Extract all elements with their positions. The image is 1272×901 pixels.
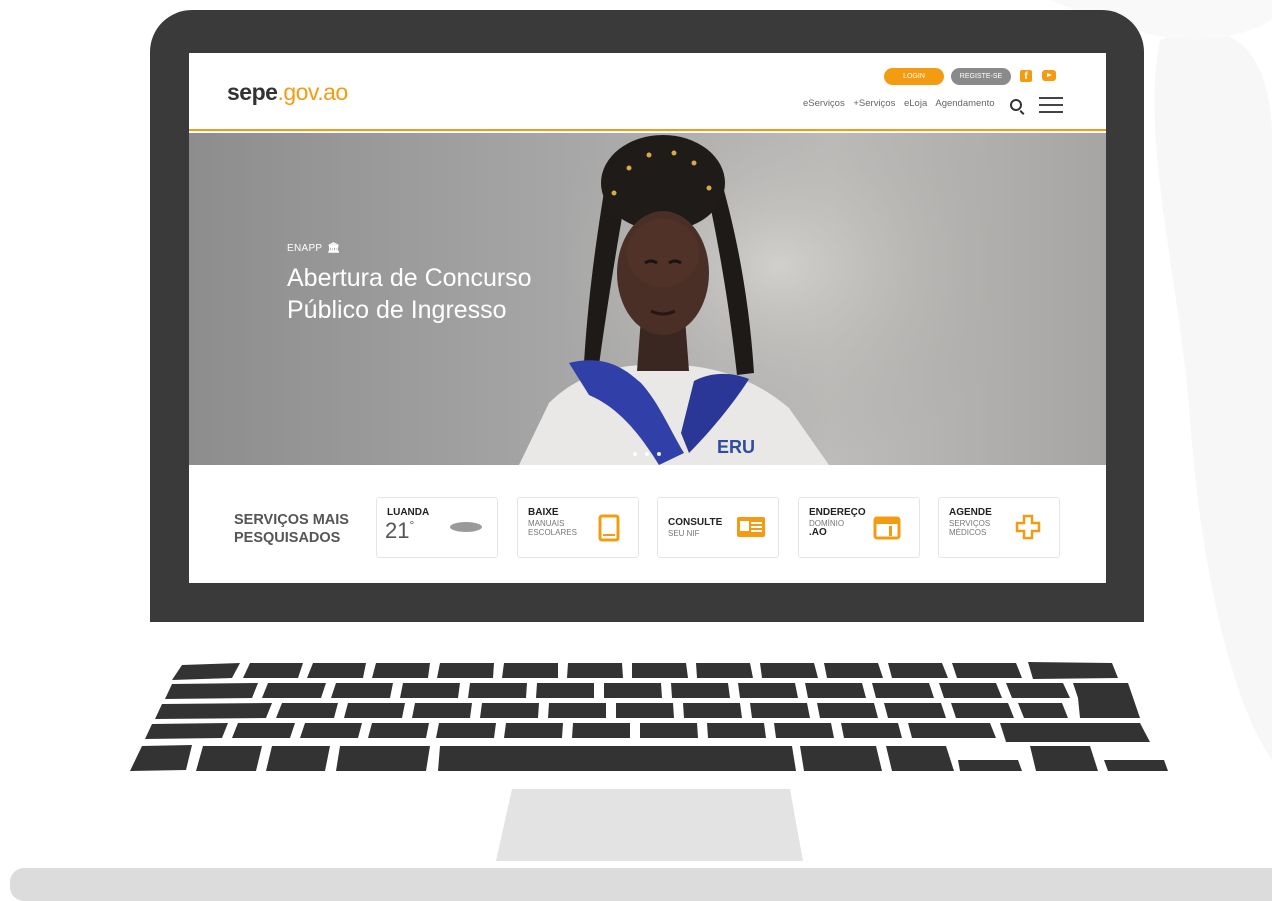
- trackpad: [496, 789, 803, 861]
- laptop-keyboard: [10, 622, 1272, 868]
- mockup-stage: sepe.gov.ao LOGIN REGISTE-SE f eServiços…: [0, 0, 1272, 901]
- laptop-base-edge: [10, 868, 1272, 901]
